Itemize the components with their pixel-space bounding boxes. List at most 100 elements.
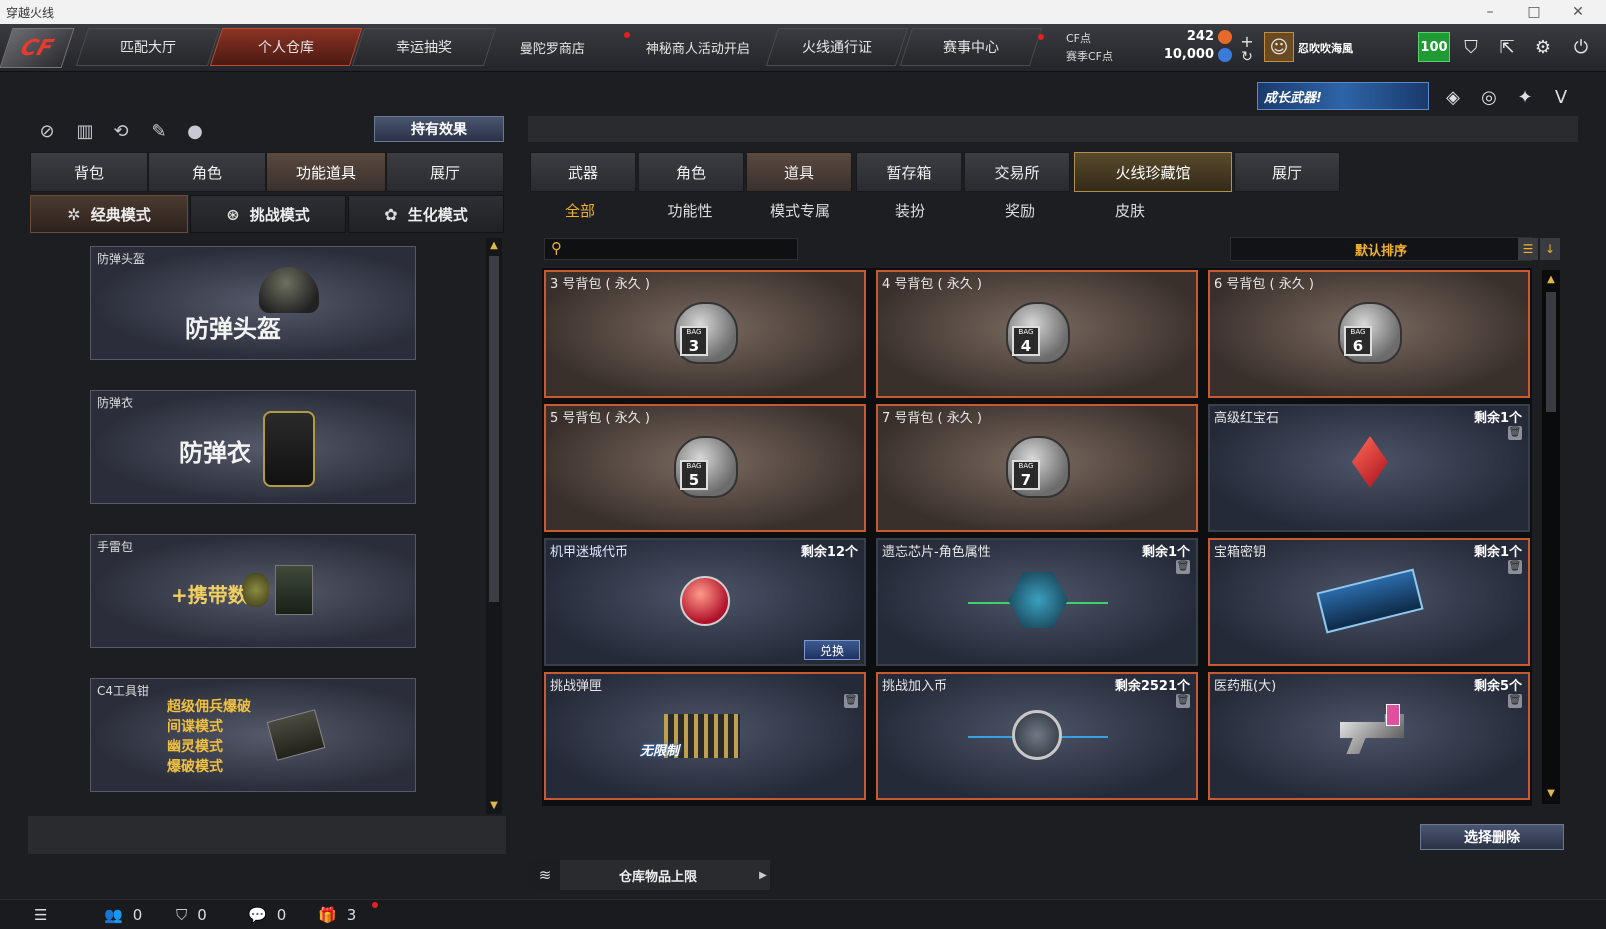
item-card[interactable]: 医药瓶(大) 剩余5个 🗑 <box>1208 672 1530 800</box>
c4-tool-icon <box>266 709 326 761</box>
tab-roles[interactable]: 角色 <box>638 152 744 192</box>
item-card[interactable]: 5 号背包 ( 永久 ) BAG 5 <box>544 404 866 532</box>
tab-exchange[interactable]: 交易所 <box>964 152 1070 192</box>
cf-coin-icon <box>1218 30 1232 44</box>
stats-icon[interactable]: ▥ <box>72 118 98 144</box>
trash-icon[interactable]: 🗑 <box>844 694 858 708</box>
grenade-icon[interactable]: ● <box>182 118 208 144</box>
tab-match-lobby[interactable]: 匹配大厅 <box>75 28 221 66</box>
card-helmet[interactable]: 防弹头盔 防弹头盔 <box>90 246 416 360</box>
subtab-cosmetic[interactable]: 装扮 <box>860 200 960 221</box>
mode-challenge[interactable]: ⊛ 挑战模式 <box>190 195 346 233</box>
left-footer <box>28 816 506 854</box>
item-card[interactable]: 挑战加入币 剩余2521个 🗑 <box>876 672 1198 800</box>
subtab-all[interactable]: 全部 <box>530 200 630 221</box>
item-card[interactable]: 7 号背包 ( 永久 ) BAG 7 <box>876 404 1198 532</box>
mode-classic[interactable]: ✲ 经典模式 <box>30 195 188 233</box>
globe-icon[interactable]: ◎ <box>1476 84 1502 110</box>
scroll-down-icon[interactable]: ▼ <box>1546 788 1556 800</box>
user-name: 忍吹吹海風 <box>1298 42 1353 55</box>
tab-lucky-draw[interactable]: 幸运抽奖 <box>351 28 497 66</box>
tab-mandala-shop[interactable]: 曼陀罗商店 <box>492 28 614 66</box>
spray-icon[interactable]: ✎ <box>146 118 172 144</box>
storage-limit[interactable]: ≋ 仓库物品上限 ▶ <box>530 860 770 890</box>
item-card[interactable]: 6 号背包 ( 永久 ) BAG 6 <box>1208 270 1530 398</box>
subtab-mode-exclusive[interactable]: 模式专属 <box>750 200 850 221</box>
tab-showroom[interactable]: 展厅 <box>386 152 504 192</box>
right-scrollbar[interactable]: ▲ ▼ <box>1542 270 1560 804</box>
sort-dropdown[interactable]: 默认排序 <box>1230 237 1532 261</box>
cf-logo[interactable]: CF <box>0 28 75 68</box>
currency-panel: CF点 242 赛季CF点 10,000 <box>1066 28 1236 68</box>
item-card[interactable]: 高级红宝石 剩余1个 🗑 <box>1208 404 1530 532</box>
trash-icon[interactable]: 🗑 <box>1508 426 1522 440</box>
maximize-icon[interactable]: □ <box>1512 0 1556 24</box>
chat-stat[interactable]: 💬 0 <box>248 906 286 924</box>
mode-zombie[interactable]: ✿ 生化模式 <box>348 195 504 233</box>
tab-function-items[interactable]: 功能道具 <box>266 152 386 192</box>
classic-mode-icon: ✲ <box>67 204 81 224</box>
gift-stat[interactable]: 🎁 3 <box>318 906 356 924</box>
grenade-pack-icon <box>243 573 269 607</box>
tab-personal-storage[interactable]: 个人仓库 <box>209 28 363 66</box>
friends-stat[interactable]: 👥 0 <box>104 906 142 924</box>
gear-icon[interactable]: ⚙ <box>1528 32 1558 62</box>
card-grenade-pack[interactable]: 手雷包 +携带数 <box>90 534 416 648</box>
tab-collection[interactable]: 火线珍藏馆 <box>1074 152 1232 192</box>
scroll-up-icon[interactable]: ▲ <box>1546 274 1556 286</box>
trash-icon[interactable]: 🗑 <box>1508 560 1522 574</box>
star-icon[interactable]: ✦ <box>1512 84 1538 110</box>
item-card[interactable]: 遗忘芯片-角色属性 剩余1个 🗑 <box>876 538 1198 666</box>
left-scrollbar[interactable]: ▲ ▼ <box>486 238 502 814</box>
trash-icon[interactable]: 🗑 <box>1176 560 1190 574</box>
minimize-icon[interactable]: – <box>1468 0 1512 24</box>
avatar[interactable]: ☺ <box>1264 32 1294 62</box>
scroll-up-icon[interactable]: ▲ <box>489 240 499 252</box>
right-scroll-thumb[interactable] <box>1546 292 1556 412</box>
history-icon[interactable]: ⟲ <box>108 118 134 144</box>
v-icon[interactable]: V <box>1548 84 1574 110</box>
card-vest[interactable]: 防弹衣 防弹衣 <box>90 390 416 504</box>
trash-icon[interactable]: 🗑 <box>1176 694 1190 708</box>
level-badge[interactable]: 100 <box>1418 32 1450 62</box>
tab-battle-pass[interactable]: 火线通行证 <box>765 28 909 66</box>
toggle-off-icon[interactable]: ⊘ <box>34 118 60 144</box>
tab-character[interactable]: 角色 <box>148 152 266 192</box>
item-card[interactable]: 宝箱密钥 剩余1个 🗑 <box>1208 538 1530 666</box>
subtab-functional[interactable]: 功能性 <box>640 200 740 221</box>
list-view-icon[interactable]: ☰ <box>1518 238 1538 260</box>
sort-direction-icon[interactable]: ↓ <box>1540 238 1560 260</box>
badge-icon[interactable]: ◈ <box>1440 84 1466 110</box>
exit-icon[interactable]: ⇱ <box>1492 32 1522 62</box>
tab-backpack[interactable]: 背包 <box>30 152 148 192</box>
close-icon[interactable]: ✕ <box>1556 0 1600 24</box>
tab-event-center[interactable]: 赛事中心 <box>899 28 1043 66</box>
tab-temp-storage[interactable]: 暂存箱 <box>856 152 962 192</box>
search-input[interactable]: ⚲ <box>544 238 798 260</box>
tab-mysterious-merchant[interactable]: 神秘商人活动开启 <box>622 28 774 66</box>
tab-right-showroom[interactable]: 展厅 <box>1234 152 1340 192</box>
cf-label: CF点 <box>1066 32 1092 45</box>
growth-weapon-banner[interactable]: 成长武器! <box>1257 82 1429 110</box>
match-cf-value: 10,000 <box>1163 47 1214 62</box>
item-card[interactable]: 4 号背包 ( 永久 ) BAG 4 <box>876 270 1198 398</box>
subtab-reward[interactable]: 奖励 <box>970 200 1070 221</box>
item-card[interactable]: 3 号背包 ( 永久 ) BAG 3 <box>544 270 866 398</box>
held-effects-button[interactable]: 持有效果 <box>374 116 504 142</box>
refresh-icon[interactable]: ↻ <box>1232 42 1262 72</box>
scroll-down-icon[interactable]: ▼ <box>489 800 499 812</box>
redeem-button[interactable]: 兑换 <box>804 640 860 660</box>
select-delete-button[interactable]: 选择删除 <box>1420 824 1564 850</box>
menu-icon[interactable]: ☰ <box>34 906 47 924</box>
tab-items[interactable]: 道具 <box>746 152 852 192</box>
power-icon[interactable]: ⏻ <box>1566 32 1596 62</box>
trash-icon[interactable]: 🗑 <box>1508 694 1522 708</box>
card-c4-pliers[interactable]: C4工具钳 超级佣兵爆破 间谍模式 幽灵模式 爆破模式 <box>90 678 416 792</box>
shield-icon[interactable]: ⛉ <box>1456 32 1486 62</box>
subtab-skin[interactable]: 皮肤 <box>1080 200 1180 221</box>
tab-weapons[interactable]: 武器 <box>530 152 636 192</box>
guild-stat[interactable]: ⛉ 0 <box>176 906 207 924</box>
item-card[interactable]: 挑战弹匣 🗑 无限制 <box>544 672 866 800</box>
item-card[interactable]: 机甲迷城代币 剩余12个 兑换 <box>544 538 866 666</box>
left-scroll-thumb[interactable] <box>489 256 499 602</box>
